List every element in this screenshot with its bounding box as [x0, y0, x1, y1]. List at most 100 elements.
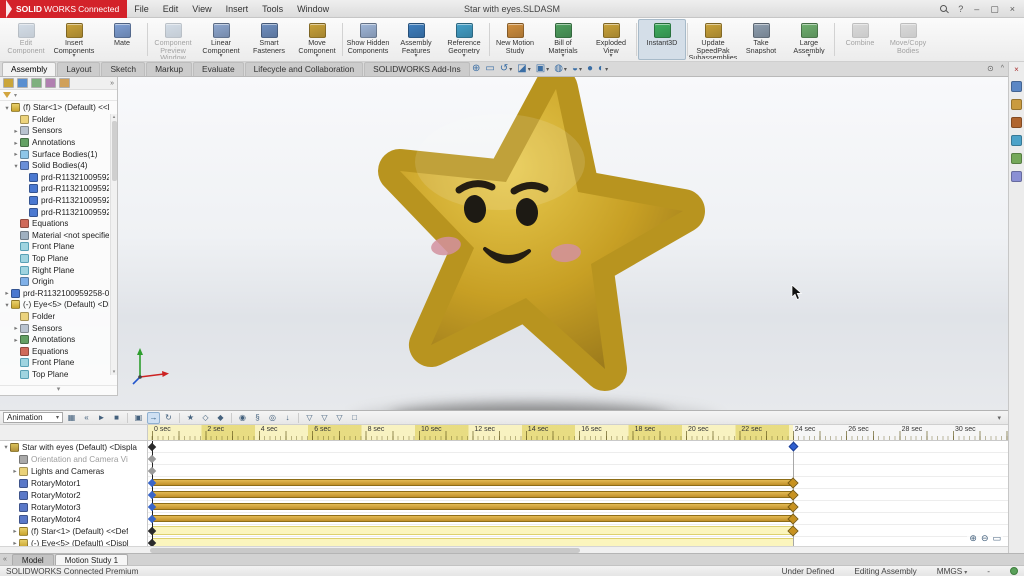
play-button[interactable]: ►	[95, 412, 108, 424]
ribbon-linear-component-pattern-button[interactable]: Linear Component Pattern▾	[197, 19, 245, 60]
menu-file[interactable]: File	[127, 0, 156, 18]
chevron-right-icon[interactable]: ▸	[12, 150, 20, 158]
camera-views-button[interactable]: □	[348, 412, 361, 424]
motor-bar[interactable]	[152, 503, 793, 510]
feature-tree-item-equations[interactable]: Equations	[1, 218, 109, 230]
feature-tree-item-folder[interactable]: Folder	[1, 114, 109, 126]
timeline-row-f-star-1-default-def[interactable]	[148, 525, 1008, 537]
hud-zoom-area-button[interactable]: ▭	[485, 63, 494, 75]
add-key-button[interactable]: ◆	[214, 412, 227, 424]
ribbon-reference-geometry-button[interactable]: Reference Geometry▾	[440, 19, 488, 60]
gravity-button[interactable]: ↓	[281, 412, 294, 424]
tab-sketch[interactable]: Sketch	[101, 62, 145, 76]
calculate-button[interactable]: ▦	[65, 412, 78, 424]
feature-tree-item-surface-bodies-1[interactable]: ▸Surface Bodies(1)	[1, 148, 109, 160]
tab-solidworks-add-ins[interactable]: SOLIDWORKS Add-Ins	[364, 62, 470, 76]
filter-selected-button[interactable]: ▽	[333, 412, 346, 424]
ribbon-bill-of-materials-button[interactable]: Bill of Materials▾	[539, 19, 587, 60]
restore-icon[interactable]: ▢	[990, 4, 999, 14]
zoom-in-icon[interactable]: ⊕	[969, 533, 977, 544]
filter-driving-button[interactable]: ▽	[318, 412, 331, 424]
timeline-row-rotarymotor3[interactable]	[148, 501, 1008, 513]
chevron-right-icon[interactable]: ▸	[3, 289, 11, 297]
key-diamond[interactable]	[148, 467, 156, 475]
star-model[interactable]	[345, 77, 745, 410]
chevron-right-icon[interactable]: ▸	[12, 324, 20, 332]
tab-markup[interactable]: Markup	[146, 62, 192, 76]
animation-wizard-button[interactable]: ★	[184, 412, 197, 424]
chevron-down-icon[interactable]: ▾	[3, 301, 11, 309]
spring-button[interactable]: §	[251, 412, 264, 424]
motion-tree-item-f-star-1-default-def[interactable]: ▸(f) Star<1> (Default) <<Def	[0, 525, 147, 537]
feature-tree-item-top-plane[interactable]: Top Plane	[1, 369, 109, 381]
ribbon-insert-components-button[interactable]: Insert Components▾	[50, 19, 98, 60]
ribbon-update-speedpak-subassemblies-button[interactable]: Update SpeedPak Subassemblies	[689, 19, 737, 60]
feature-tree-item-front-plane[interactable]: Front Plane	[1, 357, 109, 369]
panel-scroll-cue[interactable]: ▾	[0, 385, 117, 395]
tab-scroll-left-icon[interactable]: «	[3, 554, 7, 565]
ribbon-large-assembly-settings-button[interactable]: Large Assembly Settings▾	[785, 19, 833, 60]
chevron-right-icon[interactable]: ▸	[12, 139, 20, 147]
ribbon-exploded-view-button[interactable]: Exploded View▾	[587, 19, 635, 60]
playback-mode-button[interactable]: →	[147, 412, 160, 424]
doc-tab-model[interactable]: Model	[12, 554, 54, 565]
zoom-out-icon[interactable]: ⊖	[981, 533, 989, 544]
filter-icon[interactable]	[3, 92, 11, 98]
ribbon-move-component-button[interactable]: Move Component▾	[293, 19, 341, 60]
hud-previous-view-button[interactable]: ↺▾	[500, 63, 512, 75]
study-type-select[interactable]: Animation ▾	[3, 412, 63, 423]
zoom-fit-icon[interactable]: ▭	[992, 533, 1001, 544]
feature-tree-item-folder[interactable]: Folder	[1, 311, 109, 323]
file-explorer-icon[interactable]	[1011, 117, 1022, 128]
ribbon-show-hidden-components-button[interactable]: Show Hidden Components	[344, 19, 392, 60]
hud-zoom-fit-button[interactable]: ⊕	[472, 63, 480, 75]
chevron-more-icon[interactable]: »	[110, 80, 114, 87]
menu-tools[interactable]: Tools	[255, 0, 290, 18]
motion-tree-item-orientation-and-camera-vi[interactable]: Orientation and Camera Vi	[0, 453, 147, 465]
chevron-down-icon[interactable]: ▾	[3, 104, 11, 112]
feature-tree-item-material-not-specified[interactable]: Material <not specified>	[1, 230, 109, 242]
menu-window[interactable]: Window	[290, 0, 336, 18]
feature-tree-item-eye-5-default-display-st[interactable]: ▾(-) Eye<5> (Default) <Display St	[1, 299, 109, 311]
feature-tree-item-front-plane[interactable]: Front Plane	[1, 241, 109, 253]
resources-icon[interactable]	[1011, 81, 1022, 92]
pin-icon[interactable]: ⊙	[987, 64, 994, 73]
motor-bar[interactable]	[152, 491, 793, 498]
chevron-right-icon[interactable]: ▸	[11, 467, 19, 475]
feature-tree-item-prd-r1132100959258-0[interactable]: prd-R1132100959258-0	[1, 183, 109, 195]
tab-evaluate[interactable]: Evaluate	[193, 62, 244, 76]
auto-key-button[interactable]: ◇	[199, 412, 212, 424]
tab-assembly[interactable]: Assembly	[2, 62, 56, 76]
custom-properties-icon[interactable]	[1011, 171, 1022, 182]
hud-section-view-button[interactable]: ◪▾	[517, 63, 530, 75]
feature-tree-item-prd-r1132100959258-0[interactable]: prd-R1132100959258-0	[1, 206, 109, 218]
motor-bar[interactable]	[152, 515, 793, 522]
feature-tree-item-prd-r1132100959258-00060[interactable]: ▸prd-R1132100959258-00060	[1, 288, 109, 300]
timeline-rows[interactable]	[148, 441, 1008, 546]
motion-tree-item-star-with-eyes-default-displa[interactable]: ▾Star with eyes (Default) <Displa	[0, 441, 147, 453]
minimize-icon[interactable]: –	[974, 4, 979, 14]
feature-tree-item-right-plane[interactable]: Right Plane	[1, 264, 109, 276]
chevron-right-icon[interactable]: ▸	[12, 127, 20, 135]
ruler-track[interactable]: 0 sec2 sec4 sec6 sec8 sec10 sec12 sec14 …	[148, 425, 1008, 440]
feature-tree-item-origin[interactable]: Origin	[1, 276, 109, 288]
featuremanager-tab[interactable]	[3, 78, 14, 88]
ribbon-take-snapshot-button[interactable]: Take Snapshot	[737, 19, 785, 60]
dimxpertmanager-tab[interactable]	[45, 78, 56, 88]
menu-insert[interactable]: Insert	[219, 0, 256, 18]
hud-hide-show-items-button[interactable]: ◒▾	[572, 63, 582, 75]
ribbon-mate-button[interactable]: Mate	[98, 19, 146, 60]
tree-scrollbar[interactable]: ▴ ▾	[110, 114, 117, 375]
pale-bar[interactable]	[152, 526, 793, 535]
key-diamond[interactable]	[148, 455, 156, 463]
tab-layout[interactable]: Layout	[57, 62, 100, 76]
motion-tree-item-eye-5-default-displ[interactable]: ▸(-) Eye<5> (Default) <Displ	[0, 537, 147, 546]
displaymanager-tab[interactable]	[59, 78, 70, 88]
doc-tab-motion-study-1[interactable]: Motion Study 1	[55, 554, 128, 565]
chevron-down-icon[interactable]: ▾	[2, 443, 10, 451]
hud-scene-button[interactable]: ◐▾	[598, 63, 608, 75]
close-icon[interactable]: ×	[1010, 4, 1015, 14]
design-library-icon[interactable]	[1011, 99, 1022, 110]
scroll-down-arrow[interactable]: ▾	[113, 369, 116, 375]
close-pane-icon[interactable]: ×	[1014, 65, 1019, 74]
